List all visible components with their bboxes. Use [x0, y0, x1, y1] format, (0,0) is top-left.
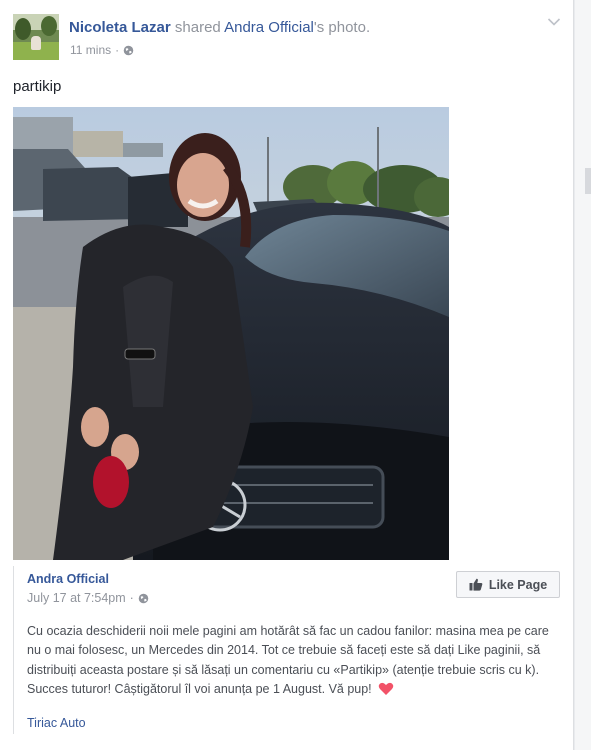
photo-image: [13, 107, 449, 560]
shared-meta: July 17 at 7:54pm ·: [27, 591, 149, 605]
chevron-down-icon[interactable]: [547, 17, 561, 27]
story-header: Nicoleta Lazar shared Andra Official's p…: [69, 19, 370, 36]
shared-page-name[interactable]: Andra Official: [27, 572, 109, 586]
page-scroll-gutter: [575, 0, 591, 750]
shared-meta-separator: ·: [129, 591, 134, 605]
thumbs-up-icon: [469, 578, 483, 591]
globe-icon[interactable]: [123, 45, 134, 56]
post-message: partikip: [13, 78, 62, 95]
story-verb: shared: [174, 19, 221, 36]
shared-page-link[interactable]: Andra Official: [224, 19, 314, 36]
heart-icon: [378, 682, 394, 695]
globe-icon[interactable]: [138, 593, 149, 604]
like-page-button[interactable]: Like Page: [456, 571, 560, 598]
feed-story-card: Nicoleta Lazar shared Andra Official's p…: [0, 0, 574, 750]
timestamp-link[interactable]: 11 mins: [70, 43, 111, 57]
meta-separator: ·: [115, 43, 120, 57]
photo-link[interactable]: 's photo.: [314, 19, 370, 36]
shared-photo[interactable]: [13, 107, 449, 560]
mention-link[interactable]: Tiriac Auto: [27, 716, 86, 730]
actor-name-link[interactable]: Nicoleta Lazar: [69, 19, 171, 36]
shared-post-text: Cu ocazia deschiderii noii mele pagini a…: [27, 624, 549, 696]
story-meta: 11 mins ·: [70, 43, 134, 57]
like-page-label: Like Page: [488, 577, 548, 592]
shared-post-body: Cu ocazia deschiderii noii mele pagini a…: [27, 622, 557, 699]
attachment-divider: [13, 566, 14, 734]
shared-date-link[interactable]: July 17 at 7:54pm: [27, 591, 126, 605]
actor-avatar[interactable]: [13, 14, 59, 60]
gutter-marker: [585, 168, 591, 194]
